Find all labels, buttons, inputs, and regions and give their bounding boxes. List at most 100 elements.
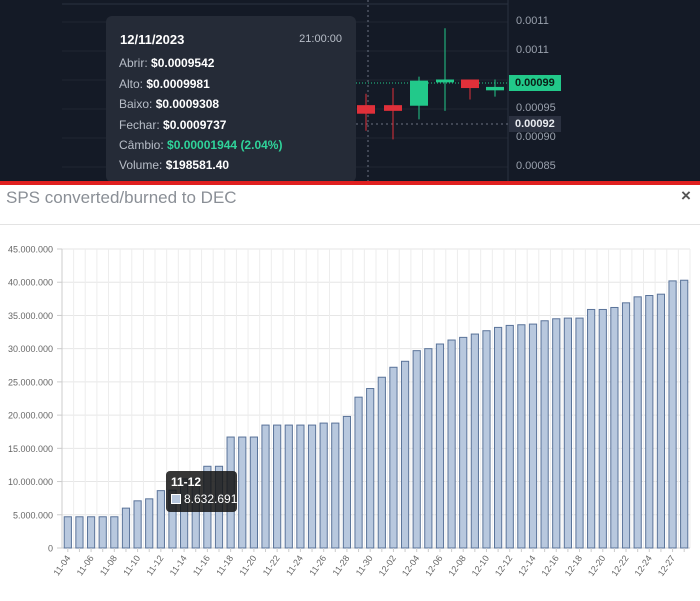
bar [633,296,642,549]
tooltip-change-label: Câmbio: [119,138,164,152]
bar [273,424,282,549]
candle-body [410,80,428,106]
tooltip-low-label: Baixo: [119,97,153,111]
x-tick-label: 12-10 [470,553,491,578]
tooltip-volume-label: Volume: [119,158,163,172]
close-icon[interactable]: × [681,186,691,206]
x-tick-label: 11-20 [238,553,259,577]
bar [145,498,154,549]
x-tick-label: 11-12 [144,553,165,577]
x-tick-label: 11-26 [307,553,328,577]
bar [412,350,421,549]
bar-chart: 0 5.000.000 10.000.000 15.000.000 20.000.000… [8,245,691,578]
y-tick-label: 45.000.000 [8,245,53,255]
current-price-tag: 0.00099 [509,75,561,91]
bar [552,318,561,549]
crosshair-price-tag: 0.00092 [509,116,561,132]
bar [366,388,375,549]
x-tick-label: 11-04 [51,553,72,577]
x-tick-label: 11-28 [331,553,352,577]
price-axis-label: 0.0011 [516,15,549,27]
bar [63,516,72,549]
tooltip-volume-value: $198581.40 [165,158,230,172]
y-tick-label: 40.000.000 [8,278,53,288]
bar [261,424,270,549]
candle-body [357,105,375,114]
candle-body [436,79,454,83]
bar [517,324,526,549]
tooltip-date: 12/11/2023 [120,32,185,47]
x-tick-label: 12-08 [446,553,467,578]
x-tick-label: 12-06 [423,553,444,578]
candle-body [461,79,479,89]
tooltip-high-row: Alto: $0.0009981 [119,77,210,91]
y-tick-label: 5.000.000 [13,510,53,520]
x-tick-label: 11-18 [214,553,235,577]
bar [680,279,689,549]
x-tick-label: 11-06 [75,553,96,577]
bar-tooltip-category: 11-12 [171,475,202,489]
y-tick-label: 25.000.000 [8,377,53,387]
y-tick-label: 35.000.000 [8,311,53,321]
tooltip-volume-row: Volume: $198581.40 [119,158,229,172]
x-tick-label: 12-20 [586,553,607,578]
tooltip-time: 21:00:00 [299,33,342,45]
bar-tooltip-swatch [171,494,181,504]
y-tick-label: 15.000.000 [8,444,53,454]
tooltip-low-value: $0.0009308 [155,97,220,111]
y-tick-label: 10.000.000 [8,477,53,487]
bar [354,396,363,549]
bar [342,415,352,549]
bar [494,326,503,549]
bar [400,360,410,549]
bar [331,422,340,549]
tooltip-change-value: $0.00001944 (2.04%) [167,138,283,152]
bar [307,424,317,549]
y-tick-label: 20.000.000 [8,411,53,421]
bar [319,422,328,549]
tooltip-open-value: $0.0009542 [151,56,215,70]
bar [563,317,572,549]
price-axis-label: 0.00095 [516,102,556,114]
bar [587,308,596,549]
bar [656,293,666,549]
x-tick-label: 11-30 [354,553,375,577]
bar [575,317,584,549]
bar [528,323,538,549]
bar-tooltip: 11-12 8.632.691 [166,471,237,512]
x-tick-label: 12-02 [377,553,398,578]
x-tick-label: 12-04 [400,553,421,578]
price-axis-label: 0.00090 [516,131,556,143]
x-tick-label: 12-24 [633,553,654,578]
tooltip-open-label: Abrir: [119,56,148,70]
bar [645,295,654,549]
tooltip-low-row: Baixo: $0.0009308 [119,97,219,111]
bar [296,424,305,549]
bar [447,339,456,549]
candlestick-panel: 0.0011 0.0011 0.00095 0.00090 0.00085 0.… [0,0,700,182]
bar-tooltip-value: 8.632.691 [184,492,238,506]
bar [389,366,398,549]
bar [459,336,468,549]
bar [75,516,84,549]
panel-title: SPS converted/burned to DEC [6,188,237,207]
y-tick-label: 0 [48,544,53,554]
bar [435,343,445,549]
x-tick-label: 11-10 [121,553,142,577]
bar [249,436,258,549]
tooltip-close-value: $0.0009737 [163,118,227,132]
x-tick-label: 12-27 [656,553,677,578]
x-tick-label: 12-12 [493,553,514,578]
x-tick-label: 12-22 [609,553,630,578]
bar [156,490,165,549]
candle-tooltip: 12/11/2023 21:00:00 Abrir: $0.0009542 Al… [106,16,356,182]
x-tick-label: 11-14 [168,553,189,577]
tooltip-high-value: $0.0009981 [146,77,210,91]
x-tick-label: 11-16 [191,553,212,577]
candle-body [486,86,504,91]
bar [505,324,514,549]
x-tick-label: 11-22 [261,553,282,577]
bar [621,302,631,549]
candle-body [384,105,402,111]
bar [110,516,119,549]
